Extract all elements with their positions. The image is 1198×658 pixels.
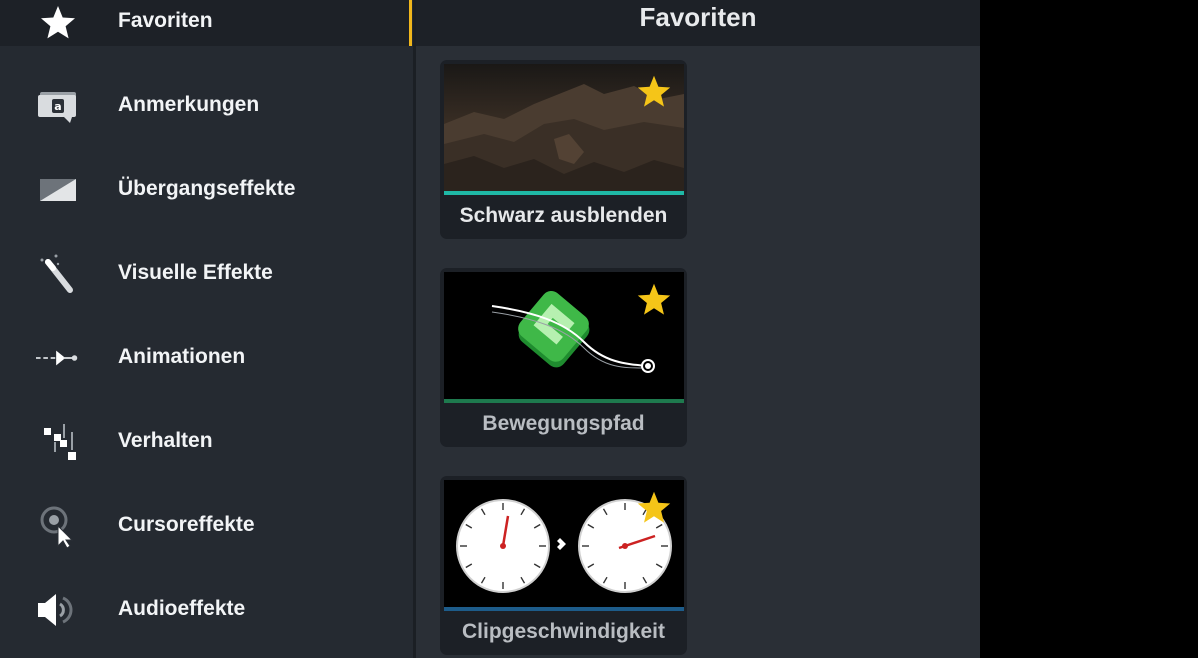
sidebar-item-label: Cursoreffekte [118, 513, 255, 536]
clip-speed-thumbnail [444, 480, 684, 611]
transition-icon [36, 168, 80, 212]
category-bar [444, 191, 684, 195]
motion-path-thumbnail [444, 272, 684, 403]
favorites-panel: Schwarz ausblenden Bewegungspfad Clipges… [416, 46, 980, 658]
annotation-icon: a [36, 84, 80, 128]
behavior-icon [36, 420, 80, 464]
sidebar-item-uebergangseffekte[interactable]: Übergangseffekte [0, 148, 412, 232]
effect-card-bewegungspfad[interactable]: Bewegungspfad [440, 268, 687, 447]
magic-wand-icon [36, 252, 80, 296]
sidebar-item-label: Übergangseffekte [118, 177, 296, 200]
sidebar-item-audioeffekte[interactable]: Audioeffekte [0, 568, 412, 652]
favorite-star-icon[interactable] [636, 74, 672, 110]
star-icon [36, 1, 80, 45]
favorite-star-icon[interactable] [636, 282, 672, 318]
animation-icon [36, 336, 80, 380]
category-bar [444, 607, 684, 611]
page-title: Favoriten [639, 2, 757, 32]
card-label: Bewegungspfad [482, 412, 645, 435]
sidebar-item-label: Audioeffekte [118, 597, 246, 620]
sidebar-item-label: Visuelle Effekte [118, 261, 273, 284]
effect-card-schwarz-ausblenden[interactable]: Schwarz ausblenden [440, 60, 687, 239]
sidebar-item-verhalten[interactable]: Verhalten [0, 400, 412, 484]
sidebar-item-animationen[interactable]: Animationen [0, 316, 412, 400]
sidebar-item-label: Animationen [118, 345, 246, 368]
sidebar-item-label: Verhalten [118, 429, 213, 452]
sidebar-item-label: Favoriten [118, 9, 213, 32]
card-label: Clipgeschwindigkeit [461, 620, 666, 643]
sidebar-item-cursoreffekte[interactable]: Cursoreffekte [0, 484, 412, 568]
favorite-star-icon[interactable] [636, 490, 672, 526]
category-bar [444, 399, 684, 403]
sidebar-item-visuelle-effekte[interactable]: Visuelle Effekte [0, 232, 412, 316]
effect-card-clipgeschwindigkeit[interactable]: Clipgeschwindigkeit [440, 476, 687, 655]
audio-icon [36, 588, 80, 632]
sidebar-item-anmerkungen[interactable]: a Anmerkungen [0, 64, 412, 148]
card-label: Schwarz ausblenden [459, 204, 668, 227]
cursor-effect-icon [36, 504, 80, 548]
sidebar-item-label: Anmerkungen [118, 93, 260, 116]
mountain-thumbnail [444, 64, 684, 195]
svg-text:a: a [54, 100, 61, 113]
sidebar: Favoriten a Anmerkungen Übergangseffekte [0, 0, 416, 658]
sidebar-item-favoriten[interactable]: Favoriten [0, 0, 412, 46]
panel-header: Favoriten [416, 0, 980, 46]
